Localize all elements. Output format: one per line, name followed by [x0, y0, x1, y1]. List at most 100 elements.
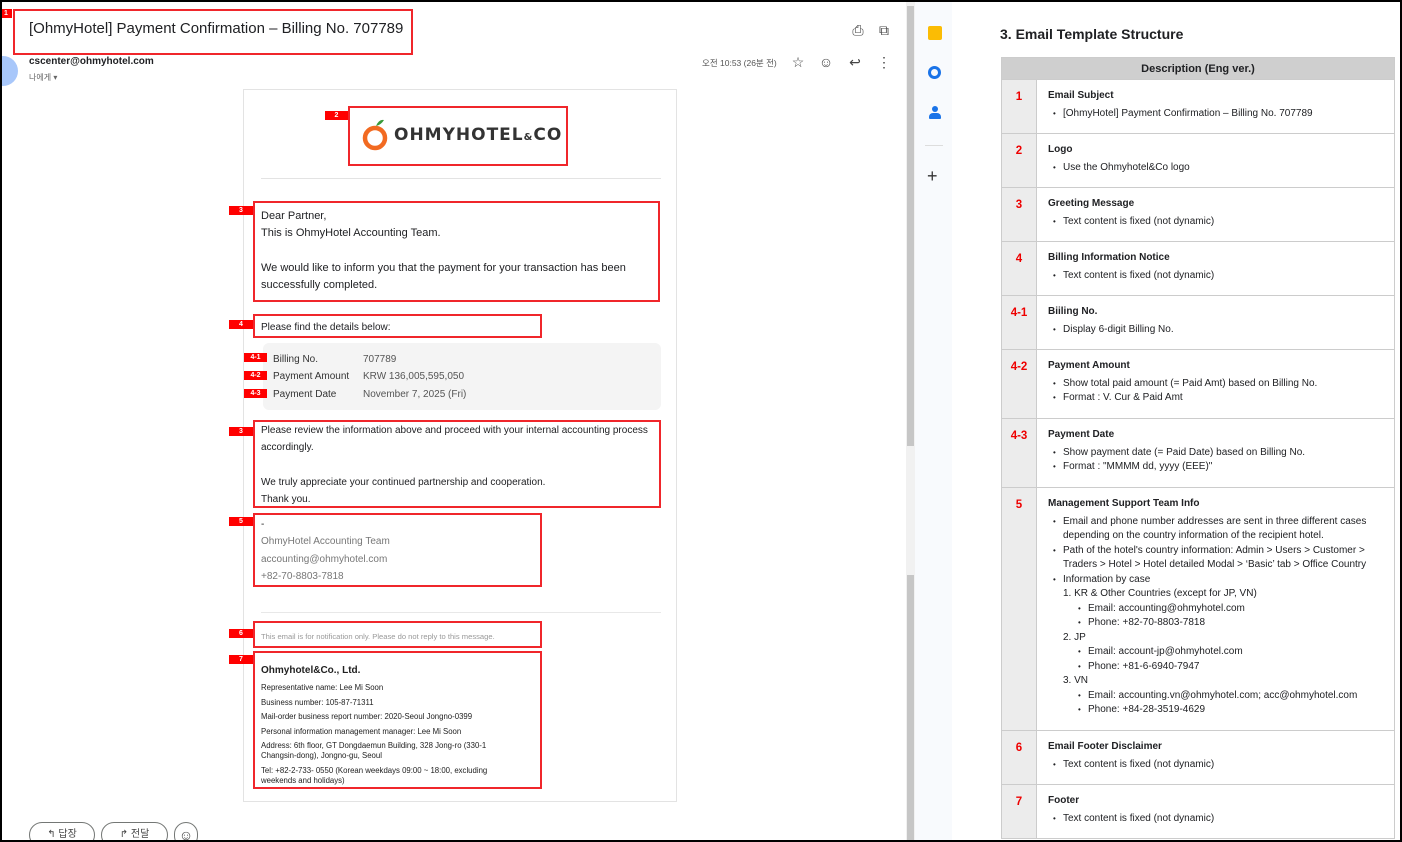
annotation-label: 2 [325, 111, 348, 120]
country-cases: 1. KR & Other Countries (except for JP, … [1048, 587, 1384, 718]
recipient-dropdown[interactable]: 나에게 ▾ [29, 72, 57, 83]
payment-amount-label: Payment Amount [273, 371, 350, 382]
star-icon[interactable]: ☆ [788, 54, 808, 71]
emoji-reaction-button[interactable]: ☺ [174, 822, 198, 840]
open-new-window-icon[interactable]: ⧉ [874, 22, 894, 39]
annotation-box [253, 513, 542, 587]
spec-document: 3. Email Template Structure Description … [952, 2, 1400, 840]
table-row: 4-2 Payment Amount Show total paid amount … [1001, 349, 1395, 419]
row-title: Payment Date [1048, 429, 1115, 440]
row-item: Show total paid amount (= Paid Amt) base… [1048, 377, 1384, 392]
case-name: 3. VN [1063, 675, 1089, 686]
table-row: 4 Billing Information Notice Text content … [1001, 241, 1395, 296]
row-item: Format : "MMMM dd, yyyy (EEE)" [1048, 460, 1384, 475]
table-row: 7 Footer Text content is fixed (not dynami… [1001, 784, 1395, 839]
case-item: Phone: +81-6-6940-7947 [1063, 660, 1384, 675]
divider [925, 145, 943, 146]
row-item: Format : V. Cur & Paid Amt [1048, 391, 1384, 406]
forward-label: 전달 [130, 829, 150, 840]
case-item: Email: accounting.vn@ohmyhotel.com; acc@… [1063, 689, 1384, 704]
table-row: 3 Greeting Message Text content is fixed (… [1001, 187, 1395, 242]
case-item: Email: accounting@ohmyhotel.com [1063, 602, 1384, 617]
add-addon-icon[interactable]: + [927, 166, 938, 187]
scrollbar-thumb-lower[interactable] [907, 575, 914, 840]
annotation-label: 6 [229, 629, 253, 638]
row-item: Information by case [1048, 573, 1384, 588]
row-item: Path of the hotel's country information:… [1048, 544, 1384, 573]
keep-icon[interactable] [928, 26, 942, 40]
case-item: Phone: +82-70-8803-7818 [1063, 616, 1384, 631]
forward-button[interactable]: ↱ 전달 [101, 822, 168, 840]
contacts-icon[interactable] [929, 106, 941, 120]
row-item: Text content is fixed (not dynamic) [1048, 758, 1384, 773]
annotation-label: 4-2 [244, 371, 267, 380]
row-number: 2 [1001, 133, 1037, 188]
row-title: Billing Information Notice [1048, 252, 1170, 263]
table-row: 5 Management Support Team Info Email and … [1001, 487, 1395, 731]
sender-email[interactable]: cscenter@ohmyhotel.com [29, 56, 154, 67]
table-header: Description (Eng ver.) [1001, 57, 1395, 80]
payment-amount-value: KRW 136,005,595,050 [363, 371, 465, 382]
forward-icon: ↱ [119, 829, 129, 840]
screen: [OhmyHotel] Payment Confirmation – Billi… [2, 2, 1400, 840]
payment-date-value: November 7, 2025 (Fri) [363, 389, 467, 400]
annotation-box [253, 651, 542, 789]
annotation-label: 4 [229, 320, 253, 329]
row-number: 4 [1001, 241, 1037, 296]
reply-label: 답장 [58, 829, 77, 840]
divider [261, 612, 661, 613]
billing-no-label: Billing No. [273, 354, 319, 365]
row-number: 4-2 [1001, 349, 1037, 419]
row-title: Email Footer Disclaimer [1048, 741, 1162, 752]
table-row: 4-3 Payment Date Show payment date (= Paid… [1001, 418, 1395, 488]
row-title: Payment Amount [1048, 360, 1130, 371]
side-panel: + [915, 2, 953, 840]
payment-date-label: Payment Date [273, 389, 337, 400]
table-row: 6 Email Footer Disclaimer Text content is … [1001, 730, 1395, 785]
row-number: 3 [1001, 187, 1037, 242]
annotation-box [253, 420, 661, 508]
recipient-label: 나에게 [29, 73, 52, 82]
annotation-label: 4-1 [244, 353, 267, 362]
annotation-box [253, 621, 542, 648]
case-name: 1. KR & Other Countries (except for JP, … [1063, 588, 1257, 599]
case-item: Phone: +84-28-3519-4629 [1063, 703, 1384, 718]
scrollbar-thumb[interactable] [907, 6, 914, 446]
annotation-box [13, 9, 413, 55]
sender-avatar[interactable] [2, 56, 18, 86]
table-row: 2 Logo Use the Ohmyhotel&Co logo [1001, 133, 1395, 188]
row-item: Text content is fixed (not dynamic) [1048, 269, 1384, 284]
billing-details: Billing No. 707789 Payment Amount KRW 13… [263, 343, 661, 410]
row-title: Logo [1048, 144, 1073, 155]
annotation-box [348, 106, 568, 166]
annotation-label: 5 [229, 517, 253, 526]
annotation-label: 3 [229, 206, 253, 215]
annotation-box [253, 201, 660, 302]
row-item: Show payment date (= Paid Date) based on… [1048, 446, 1384, 461]
doc-title: 3. Email Template Structure [1000, 26, 1184, 42]
more-vert-icon[interactable]: ⋮ [874, 54, 894, 71]
row-number: 5 [1001, 487, 1037, 731]
case-name: 2. JP [1063, 631, 1086, 643]
emoji-icon[interactable]: ☺ [816, 54, 836, 70]
reply-icon: ↰ [47, 829, 56, 840]
row-title: Greeting Message [1048, 198, 1135, 209]
row-item: Email and phone number addresses are sen… [1048, 515, 1384, 544]
row-title: Footer [1048, 795, 1080, 806]
table-row: 4-1 Biiling No. Display 6-digit Billing No… [1001, 295, 1395, 350]
row-number: 6 [1001, 730, 1037, 785]
reply-icon[interactable]: ↩ [845, 54, 865, 71]
print-icon[interactable]: ⎙ [848, 22, 868, 39]
reply-button[interactable]: ↰ 답장 [29, 822, 95, 840]
annotation-box [253, 314, 542, 338]
row-item: Use the Ohmyhotel&Co logo [1048, 161, 1384, 176]
row-item: [OhmyHotel] Payment Confirmation – Billi… [1048, 107, 1384, 122]
row-number: 7 [1001, 784, 1037, 839]
divider [261, 178, 661, 179]
chevron-down-icon: ▾ [53, 73, 58, 82]
template-structure-table: Description (Eng ver.) 1 Email Subject [Oh… [1001, 57, 1395, 839]
row-number: 1 [1001, 79, 1037, 134]
row-item: Display 6-digit Billing No. [1048, 323, 1384, 338]
row-title: Email Subject [1048, 90, 1114, 101]
tasks-icon[interactable] [928, 66, 941, 79]
